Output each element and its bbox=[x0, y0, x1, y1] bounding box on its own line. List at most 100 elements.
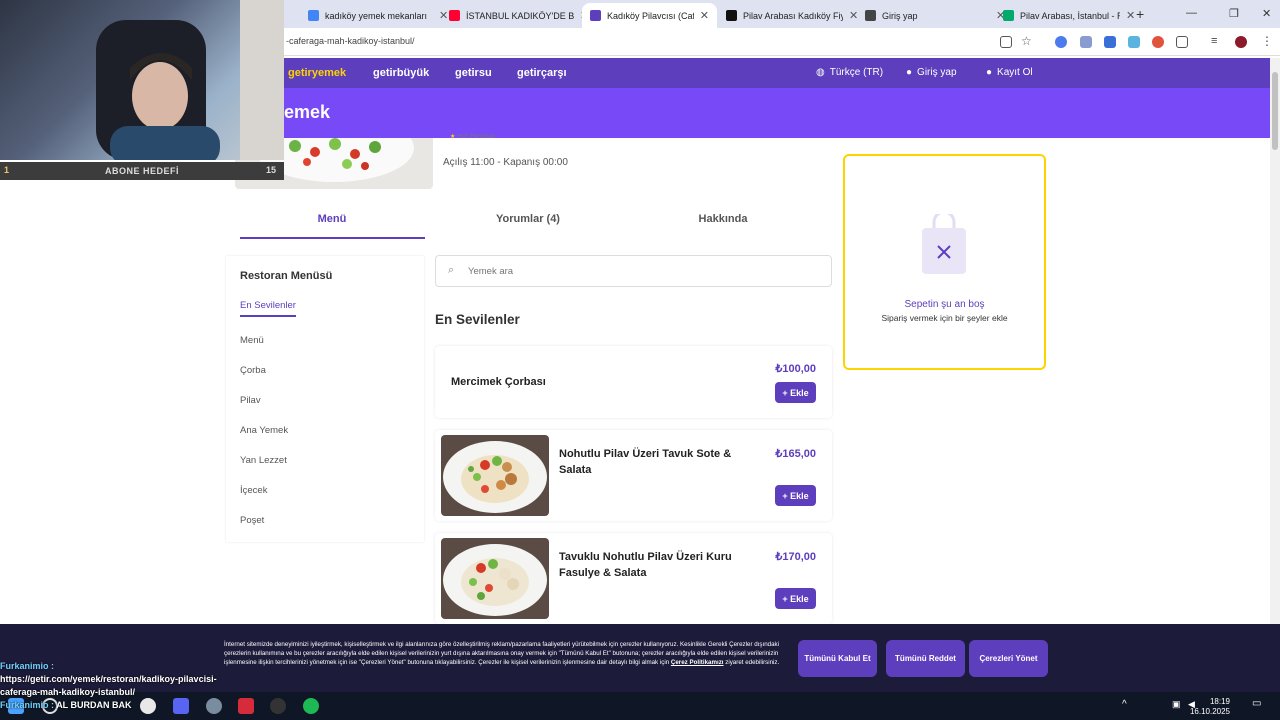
cookie-text: İnternet sitemizde deneyiminizi iyileşti… bbox=[224, 641, 780, 666]
puzzle-icon[interactable] bbox=[1176, 36, 1188, 48]
bookmark-star-icon[interactable]: ☆ bbox=[1021, 34, 1032, 48]
accept-all-button[interactable]: Tümünü Kabul Et bbox=[798, 640, 877, 677]
signup-link[interactable]: ● Kayıt Ol bbox=[986, 67, 1033, 78]
product-price: ₺165,00 bbox=[775, 448, 816, 460]
scrollbar[interactable] bbox=[1270, 58, 1280, 624]
sidebar-item-pilav[interactable]: Pilav bbox=[240, 395, 261, 406]
webcam-overlay bbox=[0, 0, 284, 160]
product-name: Mercimek Çorbası bbox=[451, 376, 546, 388]
sidebar-active-indicator bbox=[240, 315, 296, 317]
profile-avatar[interactable] bbox=[1235, 36, 1247, 48]
language-selector[interactable]: ◍ Türkçe (TR) bbox=[816, 67, 883, 78]
browser-tab[interactable]: Pilav Arabası Kadıköy Fiya ✕ bbox=[718, 3, 866, 28]
add-to-cart-button[interactable]: + Ekle bbox=[775, 382, 816, 403]
chat-overlay: Furkanimio : https://getir.com/yemek/res… bbox=[0, 660, 230, 712]
product-name: Tavuklu Nohutlu Pilav Üzeri Kuru Fasulye… bbox=[559, 551, 732, 579]
network-icon[interactable]: ▣ bbox=[1172, 699, 1181, 710]
scrollbar-thumb[interactable] bbox=[1272, 72, 1278, 150]
sidebar-item-poset[interactable]: Poşet bbox=[240, 515, 264, 526]
install-app-icon[interactable] bbox=[1000, 36, 1012, 48]
getir-icon bbox=[590, 10, 601, 21]
system-clock[interactable]: 18:19 16.10.2025 bbox=[1190, 697, 1230, 717]
chat-message: https://getir.com/yemek/restoran/kadikoy… bbox=[0, 674, 217, 697]
product-price: ₺170,00 bbox=[775, 551, 816, 563]
browser-tab[interactable]: kadıköy yemek mekanları ✕ bbox=[300, 3, 456, 28]
minimize-icon[interactable]: — bbox=[1186, 7, 1197, 19]
empty-bag-icon bbox=[922, 214, 966, 274]
spotify-icon[interactable] bbox=[303, 698, 319, 714]
browser-tab-active[interactable]: Kadıköy Pilavcısı (Caferağ✕ bbox=[582, 3, 717, 28]
search-icon: ⌕ bbox=[448, 264, 455, 276]
product-name: Nohutlu Pilav Üzeri Tavuk Sote & Salata bbox=[559, 448, 732, 476]
user-plus-icon: ● bbox=[986, 67, 993, 78]
login-link[interactable]: ● Giriş yap bbox=[906, 67, 957, 78]
tray-chevron-icon[interactable]: ^ bbox=[1122, 699, 1127, 710]
product-image bbox=[441, 538, 549, 619]
reading-list-icon[interactable]: ≡ bbox=[1211, 35, 1217, 47]
nav-link-getirsu[interactable]: getirsu bbox=[455, 67, 492, 79]
subscriber-goal-bar: 1 ABONE HEDEFİ 15 bbox=[0, 162, 284, 180]
notification-icon[interactable]: ▭ bbox=[1252, 698, 1261, 709]
sidebar-title: Restoran Menüsü bbox=[240, 270, 333, 282]
product-card[interactable]: Mercimek Çorbası ₺100,00 + Ekle bbox=[435, 346, 832, 418]
sidebar-item-menu[interactable]: Menü bbox=[240, 335, 264, 346]
restaurant-badge: ★ Hızlı Restoran bbox=[450, 134, 496, 140]
restaurant-menu-sidebar: Restoran Menüsü En Sevilenler Menü Çorba… bbox=[226, 256, 424, 542]
url-field[interactable]: -caferaga-mah-kadikoy-istanbul/ bbox=[286, 36, 415, 46]
add-to-cart-button[interactable]: + Ekle bbox=[775, 588, 816, 609]
product-image bbox=[441, 435, 549, 516]
browser-tab[interactable]: İSTANBUL KADIKÖY'DE Bİ✕ bbox=[441, 3, 597, 28]
x-icon bbox=[865, 10, 876, 21]
window-close-icon[interactable]: ✕ bbox=[1262, 7, 1271, 20]
browser-tab[interactable]: Giriş yap ✕ bbox=[857, 3, 1013, 28]
brand-link[interactable]: getiryemek bbox=[288, 67, 346, 79]
extension-icon[interactable] bbox=[1128, 36, 1140, 48]
tiktok-icon bbox=[726, 10, 737, 21]
sidebar-item-yan-lezzet[interactable]: Yan Lezzet bbox=[240, 455, 287, 466]
sidebar-item-icecek[interactable]: İçecek bbox=[240, 485, 267, 496]
restaurant-tabs: Menü Yorumlar (4) Hakkında bbox=[226, 202, 832, 240]
star-icon: ★ bbox=[450, 134, 456, 140]
product-price: ₺100,00 bbox=[775, 363, 816, 375]
menu-dots-icon[interactable]: ⋮ bbox=[1261, 34, 1273, 48]
basket-empty-subtitle: Sipariş vermek için bir şeyler ekle bbox=[881, 313, 1008, 323]
nav-link-getircarsi[interactable]: getirçarşı bbox=[517, 67, 567, 79]
maximize-icon[interactable]: ❐ bbox=[1229, 7, 1239, 20]
sidebar-item-ana-yemek[interactable]: Ana Yemek bbox=[240, 425, 288, 436]
new-tab-icon[interactable]: + bbox=[1136, 6, 1144, 22]
youtube-icon bbox=[449, 10, 460, 21]
tab-underline bbox=[240, 237, 425, 239]
extension-icon[interactable] bbox=[1152, 36, 1164, 48]
globe-icon: ◍ bbox=[816, 67, 825, 78]
google-icon bbox=[308, 10, 319, 21]
tab-menu[interactable]: Menü bbox=[234, 213, 430, 225]
tab-reviews[interactable]: Yorumlar (4) bbox=[430, 213, 626, 225]
manage-cookies-button[interactable]: Çerezleri Yönet bbox=[969, 640, 1048, 677]
extension-icon[interactable] bbox=[1104, 36, 1116, 48]
hero-band: emek bbox=[284, 88, 1270, 138]
extension-icon[interactable] bbox=[1080, 36, 1092, 48]
tripadvisor-icon bbox=[1003, 10, 1014, 21]
browser-tab[interactable]: Pilav Arabası, İstanbul - R ✕ bbox=[995, 3, 1143, 28]
sidebar-item-en-sevilenler[interactable]: En Sevilenler bbox=[240, 300, 296, 311]
close-icon[interactable]: ✕ bbox=[700, 9, 709, 22]
tab-about[interactable]: Hakkında bbox=[625, 213, 821, 225]
reject-all-button[interactable]: Tümünü Reddet bbox=[886, 640, 965, 677]
user-icon: ● bbox=[906, 67, 913, 78]
add-to-cart-button[interactable]: + Ekle bbox=[775, 485, 816, 506]
close-icon[interactable]: ✕ bbox=[1126, 9, 1135, 22]
obs-icon[interactable] bbox=[270, 698, 286, 714]
opening-hours: Açılış 11:00 - Kapanış 00:00 bbox=[443, 157, 568, 168]
x-app-icon[interactable] bbox=[238, 698, 254, 714]
site-header: getiryemek getirbüyük getirsu getirçarşı… bbox=[284, 58, 1270, 88]
cookie-policy-link[interactable]: Çerez Politikamızı bbox=[671, 659, 724, 666]
extension-icon[interactable] bbox=[1055, 36, 1067, 48]
nav-link-getirbuyuk[interactable]: getirbüyük bbox=[373, 67, 429, 79]
search-box: ⌕ bbox=[435, 255, 832, 287]
search-input[interactable] bbox=[468, 263, 808, 279]
sidebar-item-corba[interactable]: Çorba bbox=[240, 365, 266, 376]
section-title: En Sevilenler bbox=[435, 312, 520, 327]
basket-panel: Sepetin şu an boş Sipariş vermek için bi… bbox=[843, 154, 1046, 370]
product-card[interactable]: Tavuklu Nohutlu Pilav Üzeri Kuru Fasulye… bbox=[435, 533, 832, 624]
product-card[interactable]: Nohutlu Pilav Üzeri Tavuk Sote & Salata … bbox=[435, 430, 832, 521]
